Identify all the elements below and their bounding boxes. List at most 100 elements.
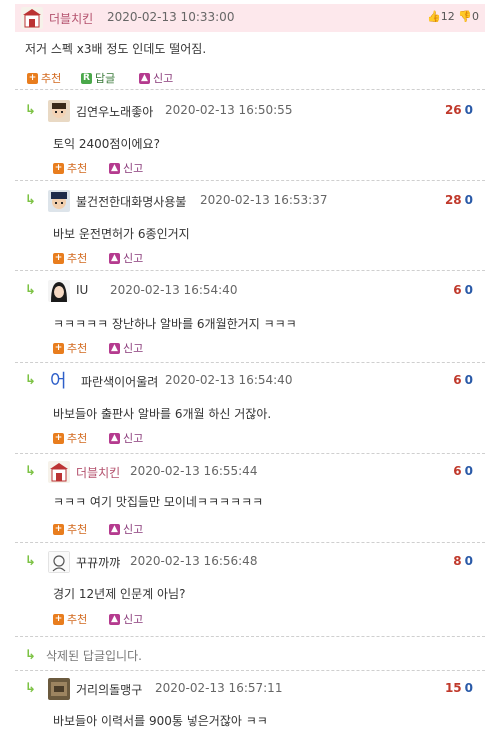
avatar[interactable] xyxy=(48,678,70,700)
divider xyxy=(15,542,485,543)
report-icon: ▲ xyxy=(109,432,120,444)
avatar[interactable] xyxy=(48,461,70,483)
reply-item: ↳ 불건전한대화명사용불 2020-02-13 16:53:37 28 0 바보 … xyxy=(15,190,485,270)
downvote-count: 0 xyxy=(472,10,479,23)
divider xyxy=(15,180,485,181)
recommend-button[interactable]: + 추천 xyxy=(53,160,87,176)
comment-votes: 👍12 👎0 xyxy=(427,10,479,23)
reply-actions: + 추천 ▲ 신고 xyxy=(53,250,173,266)
reply-item: ↳ IU 2020-02-13 16:54:40 60 ㅋㅋㅋㅋㅋ 장난하나 알… xyxy=(15,280,485,360)
report-button[interactable]: ▲ 신고 xyxy=(109,250,143,266)
reply-author[interactable]: 김연우노래좋아 xyxy=(76,103,153,120)
plus-icon: + xyxy=(53,162,64,174)
comment-actions: + 추천 R 답글 ▲ 신고 xyxy=(27,70,227,86)
report-icon: ▲ xyxy=(109,523,120,535)
plus-icon: + xyxy=(53,523,64,535)
reply-date: 2020-02-13 16:54:40 xyxy=(110,283,238,297)
reply-item: ↳ 거리의돌맹구 2020-02-13 16:57:11 15 0 바보들아 이력… xyxy=(15,678,485,737)
comment-body: 저거 스펙 x3배 정도 인데도 떨어짐. xyxy=(25,42,207,56)
plus-icon: + xyxy=(27,72,38,84)
reply-icon: R xyxy=(81,72,92,84)
reply-body: 토익 2400점이에요? xyxy=(53,137,160,151)
report-button[interactable]: ▲ 신고 xyxy=(139,70,173,86)
reply-item: ↳ 더블치킨 2020-02-13 16:55:44 60 ㅋㅋㅋ 여기 맛집들… xyxy=(15,461,485,541)
reply-date: 2020-02-13 16:53:37 xyxy=(200,193,328,207)
avatar[interactable] xyxy=(48,280,70,302)
reply-arrow-icon: ↳ xyxy=(25,554,36,569)
recommend-button[interactable]: + 추천 xyxy=(53,611,87,627)
comment-date: 2020-02-13 10:33:00 xyxy=(107,10,235,24)
avatar[interactable] xyxy=(48,100,70,122)
deleted-reply: ↳ 삭제된 답글입니다. xyxy=(15,645,485,665)
main-comment-header: 더블치킨 2020-02-13 10:33:00 👍12 👎0 xyxy=(15,4,485,32)
plus-icon: + xyxy=(53,613,64,625)
report-icon: ▲ xyxy=(109,342,120,354)
reply-arrow-icon: ↳ xyxy=(25,193,36,208)
reply-actions: + 추천 ▲ 신고 xyxy=(53,430,173,446)
reply-button[interactable]: R 답글 xyxy=(81,70,115,86)
reply-body: 바보들아 이력서를 900통 넣은거잖아 ㅋㅋ xyxy=(53,714,268,728)
recommend-button[interactable]: + 추천 xyxy=(27,70,61,86)
divider xyxy=(15,670,485,671)
report-button[interactable]: ▲ 신고 xyxy=(109,430,143,446)
reply-body: 경기 12년제 인문계 아님? xyxy=(53,587,186,601)
recommend-button[interactable]: + 추천 xyxy=(53,340,87,356)
reply-item: ↳ 꾸뀨까꺄 2020-02-13 16:56:48 80 경기 12년제 인문… xyxy=(15,551,485,631)
reply-arrow-icon: ↳ xyxy=(25,648,36,663)
reply-score: 28 0 xyxy=(444,193,473,207)
reply-arrow-icon: ↳ xyxy=(25,681,36,696)
divider xyxy=(15,453,485,454)
reply-body: ㅋㅋㅋㅋㅋ 장난하나 알바를 6개월한거지 ㅋㅋㅋ xyxy=(53,317,297,331)
upvote-count: 12 xyxy=(440,10,455,23)
report-button[interactable]: ▲ 신고 xyxy=(109,521,143,537)
reply-score: 15 0 xyxy=(444,681,473,695)
report-icon: ▲ xyxy=(139,72,150,84)
thumbs-up-icon[interactable]: 👍 xyxy=(427,10,441,23)
reply-score: 60 xyxy=(453,464,473,478)
reply-score: 80 xyxy=(453,554,473,568)
reply-author[interactable]: 거리의돌맹구 xyxy=(76,681,142,698)
divider xyxy=(15,362,485,363)
reply-arrow-icon: ↳ xyxy=(25,373,36,388)
report-button[interactable]: ▲ 신고 xyxy=(109,160,143,176)
reply-date: 2020-02-13 16:57:11 xyxy=(155,681,283,695)
reply-actions: + 추천 ▲ 신고 xyxy=(53,521,173,537)
recommend-button[interactable]: + 추천 xyxy=(53,430,87,446)
reply-author[interactable]: IU xyxy=(76,283,88,297)
reply-item: ↳ 김연우노래좋아 2020-02-13 16:50:55 26 0 토익 240… xyxy=(15,100,485,180)
reply-actions: + 추천 ▲ 신고 xyxy=(53,611,173,627)
plus-icon: + xyxy=(53,342,64,354)
main-comment: 더블치킨 2020-02-13 10:33:00 👍12 👎0 저거 스펙 x3… xyxy=(15,0,485,90)
reply-actions: + 추천 ▲ 신고 xyxy=(53,340,173,356)
avatar[interactable] xyxy=(48,190,70,212)
report-button[interactable]: ▲ 신고 xyxy=(109,340,143,356)
reply-body: ㅋㅋㅋ 여기 맛집들만 모이네ㅋㅋㅋㅋㅋㅋ xyxy=(53,495,264,509)
reply-author[interactable]: 불건전한대화명사용불 xyxy=(76,193,186,210)
divider xyxy=(15,636,485,637)
reply-author[interactable]: 파란색이어울려 xyxy=(81,373,158,390)
plus-icon: + xyxy=(53,252,64,264)
thumbs-down-icon[interactable]: 👎 xyxy=(458,10,472,23)
recommend-button[interactable]: + 추천 xyxy=(53,521,87,537)
report-button[interactable]: ▲ 신고 xyxy=(109,611,143,627)
report-icon: ▲ xyxy=(109,252,120,264)
deleted-reply-text: 삭제된 답글입니다. xyxy=(46,649,142,663)
reply-arrow-icon: ↳ xyxy=(25,103,36,118)
reply-actions: + 추천 ▲ 신고 xyxy=(53,160,173,176)
report-icon: ▲ xyxy=(109,162,120,174)
reply-date: 2020-02-13 16:54:40 xyxy=(165,373,293,387)
avatar[interactable] xyxy=(48,551,70,573)
reply-score: 26 0 xyxy=(444,103,473,117)
reply-arrow-icon: ↳ xyxy=(25,283,36,298)
recommend-button[interactable]: + 추천 xyxy=(53,250,87,266)
reply-date: 2020-02-13 16:55:44 xyxy=(130,464,258,478)
report-icon: ▲ xyxy=(109,613,120,625)
reply-author[interactable]: 더블치킨 xyxy=(76,464,120,481)
reply-score: 60 xyxy=(453,373,473,387)
avatar[interactable] xyxy=(21,7,43,29)
comment-author[interactable]: 더블치킨 xyxy=(49,10,93,27)
reply-arrow-icon: ↳ xyxy=(25,464,36,479)
avatar[interactable]: 어 xyxy=(48,368,74,392)
reply-body: 바보들아 출판사 알바를 6개월 하신 거잖아. xyxy=(53,407,272,421)
reply-author[interactable]: 꾸뀨까꺄 xyxy=(76,554,120,571)
